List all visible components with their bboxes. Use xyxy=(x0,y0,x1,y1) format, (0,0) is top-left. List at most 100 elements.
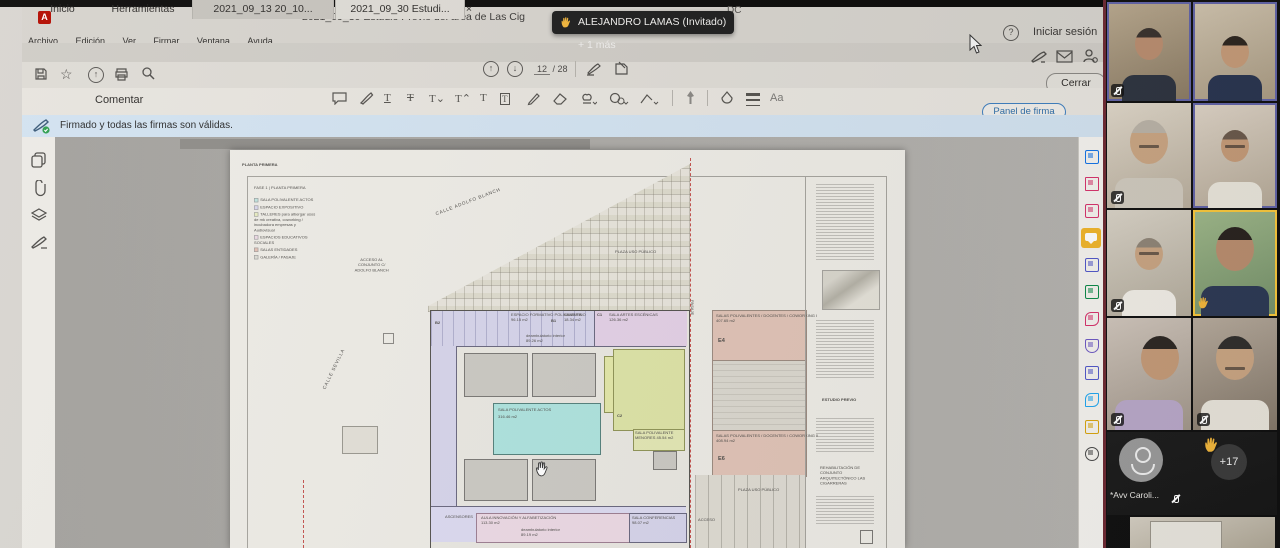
video-tile[interactable] xyxy=(1107,2,1191,101)
muted-mic-icon xyxy=(1197,413,1210,426)
pdf-page[interactable]: PLANTA PRIMERA FASE 1 | PLANTA PRIMERA S… xyxy=(230,150,905,548)
tool-more-icon[interactable] xyxy=(1085,447,1099,461)
glasses xyxy=(1139,252,1159,255)
raised-hand-icon xyxy=(1203,436,1221,454)
meeting-notification[interactable]: ALEJANDRO LAMAS (Invitado) + 1 más xyxy=(552,11,734,34)
courtyard-skylight xyxy=(532,459,596,501)
sign-pen-icon[interactable] xyxy=(586,62,604,76)
muted-mic-icon xyxy=(1111,84,1124,97)
comment-bubble-icon[interactable] xyxy=(332,92,347,105)
project-title: REHABILITACIÓN DE CONJUNTO ARQUITECTÓNIC… xyxy=(820,466,879,487)
tool-comment-icon[interactable] xyxy=(1081,228,1101,248)
video-tile-raised-hand[interactable] xyxy=(1193,210,1277,316)
site-marker xyxy=(383,333,394,344)
comment-mode-label: Comentar xyxy=(95,94,143,106)
sign-in-button[interactable]: Iniciar sesión xyxy=(1033,26,1097,38)
video-tile[interactable] xyxy=(1193,318,1277,430)
tool-export-pdf-icon[interactable] xyxy=(1085,150,1099,164)
previous-page-button[interactable]: ↑ xyxy=(483,61,499,77)
page-number-input[interactable]: 12 xyxy=(534,64,550,75)
text-box-icon[interactable]: T xyxy=(500,93,510,105)
tab-herramientas[interactable]: Herramientas xyxy=(98,0,188,19)
phase-boundary-line xyxy=(690,158,691,548)
video-tile[interactable] xyxy=(1107,103,1191,208)
legend-subtitle: FASE 1 | PLANTA PRIMERA xyxy=(254,186,306,191)
share-user-icon[interactable] xyxy=(1082,48,1098,64)
connector-icon[interactable] xyxy=(639,91,659,106)
tool-stamp-icon[interactable] xyxy=(1085,420,1099,434)
participant-face xyxy=(1141,336,1179,380)
share-upload-icon[interactable]: ↑ xyxy=(88,67,104,83)
fill-color-icon[interactable] xyxy=(720,91,735,106)
add-text-icon[interactable]: T xyxy=(480,92,487,104)
shared-document xyxy=(1150,521,1222,548)
tool-certificates-icon[interactable] xyxy=(1085,393,1099,407)
legend-swatch xyxy=(254,248,258,252)
line-thickness-icon[interactable] xyxy=(746,93,760,106)
page-thumbnails-icon[interactable] xyxy=(31,152,47,168)
tab-document-1[interactable]: 2021_09_13 20_10... xyxy=(192,0,334,19)
participant-face xyxy=(1216,227,1254,271)
email-icon[interactable] xyxy=(1056,50,1073,63)
legend-swatch xyxy=(254,205,258,209)
font-style-icon[interactable]: Aa xyxy=(770,92,783,104)
video-tile[interactable] xyxy=(1107,318,1191,430)
participant-body xyxy=(1122,75,1176,101)
tool-fill-sign-icon[interactable] xyxy=(1085,312,1099,326)
axonometric-thumbnail xyxy=(822,270,880,310)
tab-inicio[interactable]: Inicio xyxy=(35,0,90,19)
tool-compress-icon[interactable] xyxy=(1085,366,1099,380)
fill-sign-tool-icon[interactable] xyxy=(613,61,630,76)
participant-body xyxy=(1115,400,1183,430)
tab-document-2-active[interactable]: 2021_09_30 Estudi... xyxy=(335,0,465,19)
plaza-label-bottom: PLAZA USO PÚBLICO xyxy=(738,488,779,493)
tool-combine-files-icon[interactable] xyxy=(1085,258,1099,272)
video-tile[interactable] xyxy=(1193,2,1277,101)
sheet-number-box xyxy=(860,530,873,544)
video-tile[interactable] xyxy=(1193,103,1277,208)
legend-swatch xyxy=(254,212,258,216)
layers-icon[interactable] xyxy=(31,208,47,223)
help-icon[interactable]: ? xyxy=(1003,25,1019,41)
underline-text-icon[interactable]: T xyxy=(384,92,391,104)
next-page-button[interactable]: ↓ xyxy=(507,61,523,77)
highlight-icon[interactable] xyxy=(359,91,374,106)
avatar xyxy=(1119,438,1163,482)
strikethrough-text-icon[interactable]: T xyxy=(407,92,414,104)
tool-protect-icon[interactable] xyxy=(1085,339,1099,353)
stamp-icon[interactable] xyxy=(579,91,597,106)
save-icon[interactable] xyxy=(34,67,48,81)
attachments-paperclip-icon[interactable] xyxy=(31,180,47,197)
eraser-icon[interactable] xyxy=(553,92,569,105)
search-icon[interactable] xyxy=(141,66,156,81)
video-tile-partial[interactable] xyxy=(1130,517,1275,548)
titleblock-stamp-area xyxy=(816,418,874,454)
tool-create-pdf-icon[interactable] xyxy=(1085,204,1099,218)
video-tile-audio-only[interactable]: *Avv Caroli... +17 xyxy=(1107,432,1277,515)
muted-mic-icon xyxy=(1111,191,1124,204)
draw-pencil-icon[interactable] xyxy=(527,91,541,106)
titleblock-credits xyxy=(816,320,874,380)
star-favorites-icon[interactable]: ☆ xyxy=(60,66,73,83)
tab-close-icon[interactable]: × xyxy=(463,0,475,19)
comment-divider-2 xyxy=(707,90,708,106)
print-icon[interactable] xyxy=(114,67,129,81)
pin-tool-icon[interactable] xyxy=(684,90,697,106)
signatures-panel-icon[interactable] xyxy=(31,236,49,250)
muted-mic-icon xyxy=(1111,413,1124,426)
insert-text-icon[interactable]: T⌃ xyxy=(455,92,471,105)
request-signatures-icon[interactable] xyxy=(1030,50,1048,64)
shapes-icon[interactable] xyxy=(609,91,629,106)
signature-valid-icon xyxy=(33,118,51,134)
signature-status-text: Firmado y todas las firmas son válidas. xyxy=(60,120,233,131)
replace-text-icon[interactable]: T⌄ xyxy=(429,92,445,105)
legend-swatch xyxy=(254,198,258,202)
titleblock-scale-area xyxy=(816,496,874,524)
video-tile[interactable] xyxy=(1107,210,1191,316)
tool-organize-pages-icon[interactable] xyxy=(1085,177,1099,191)
raised-hand-icon xyxy=(560,16,573,29)
tool-export-excel-icon[interactable] xyxy=(1085,285,1099,299)
participant-body xyxy=(1208,182,1262,208)
muted-mic-icon xyxy=(1169,492,1182,505)
notification-text: ALEJANDRO LAMAS (Invitado) + 1 más xyxy=(578,11,734,57)
